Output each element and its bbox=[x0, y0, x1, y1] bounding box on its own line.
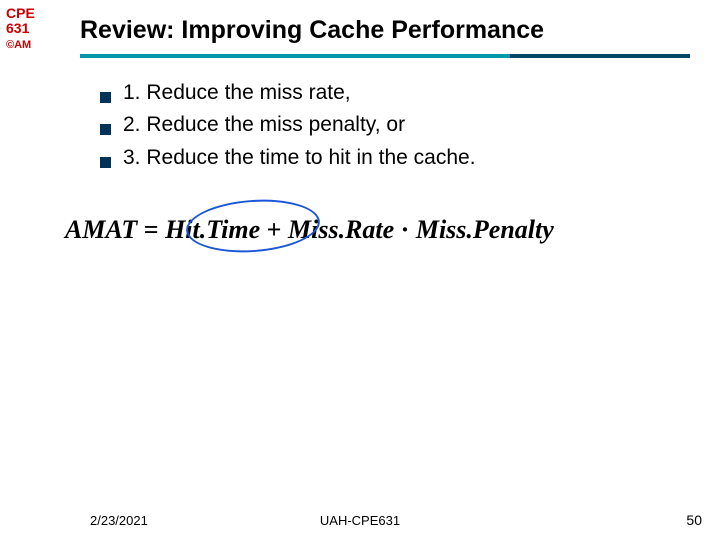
bullet-item: 3. Reduce the time to hit in the cache. bbox=[100, 143, 476, 173]
bullet-item: 1. Reduce the miss rate, bbox=[100, 78, 476, 108]
square-bullet-icon bbox=[100, 157, 111, 168]
course-code-line2: 631 bbox=[0, 21, 50, 36]
amat-formula: AMAT = Hit.Time + Miss.Rate · Miss.Penal… bbox=[65, 215, 705, 245]
formula-lhs: AMAT bbox=[65, 215, 137, 244]
bullet-text: 2. Reduce the miss penalty, or bbox=[123, 110, 405, 140]
formula-miss-penalty: Miss.Penalty bbox=[416, 215, 554, 244]
square-bullet-icon bbox=[100, 124, 111, 135]
title-rule-inner bbox=[80, 54, 510, 58]
square-bullet-icon bbox=[100, 92, 111, 103]
copyright-am: ©AM bbox=[0, 39, 50, 51]
sidebar: CPE 631 ©AM bbox=[0, 0, 50, 51]
slide-title: Review: Improving Cache Performance bbox=[80, 16, 544, 45]
highlight-ellipse bbox=[184, 195, 321, 256]
footer-center: UAH-CPE631 bbox=[0, 513, 720, 528]
bullet-text: 3. Reduce the time to hit in the cache. bbox=[123, 143, 476, 173]
equals-sign: = bbox=[144, 215, 159, 244]
bullet-list: 1. Reduce the miss rate, 2. Reduce the m… bbox=[100, 78, 476, 175]
bullet-item: 2. Reduce the miss penalty, or bbox=[100, 110, 476, 140]
dot-operator: · bbox=[401, 215, 410, 244]
bullet-text: 1. Reduce the miss rate, bbox=[123, 78, 351, 108]
course-code-line1: CPE bbox=[0, 6, 50, 21]
footer-page-number: 50 bbox=[686, 512, 702, 528]
